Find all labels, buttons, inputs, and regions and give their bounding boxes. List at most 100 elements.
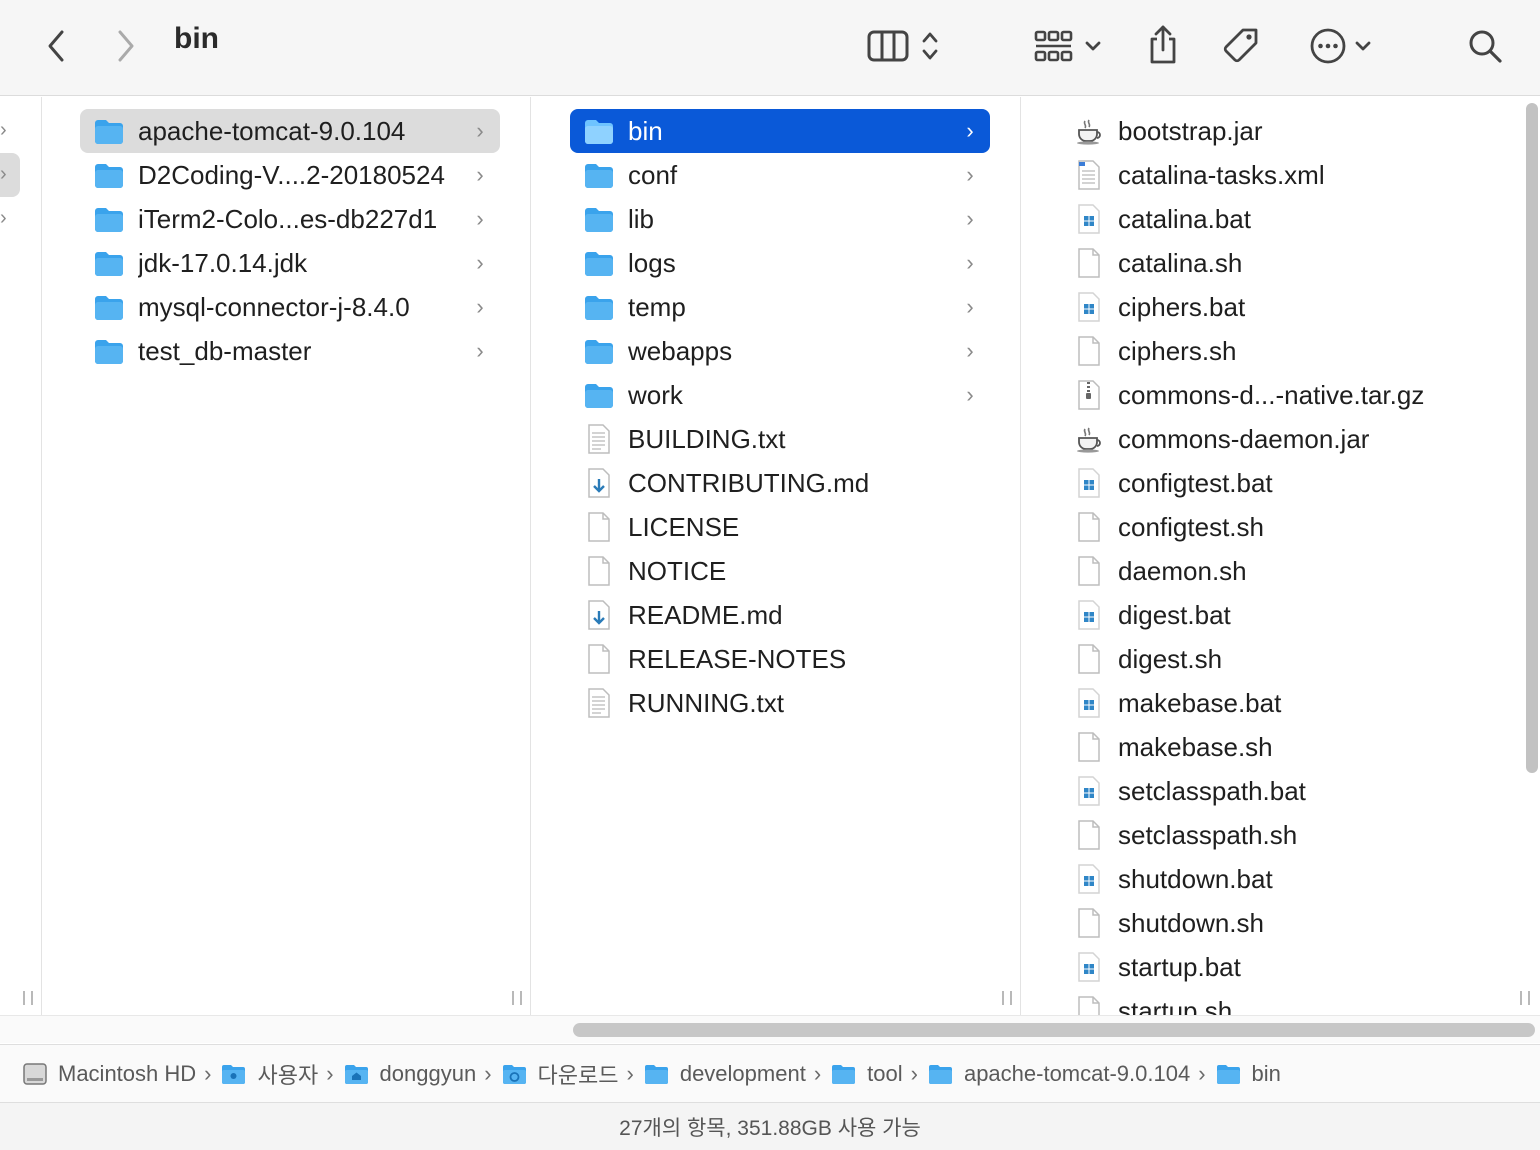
file-row[interactable]: catalina.sh [1060, 241, 1480, 285]
folder-row[interactable]: mysql-connector-j-8.4.0 › [80, 285, 500, 329]
file-row[interactable]: daemon.sh [1060, 549, 1480, 593]
breadcrumb-item[interactable]: 사용자 › [221, 1058, 343, 1090]
file-row[interactable]: LICENSE [570, 505, 990, 549]
breadcrumb-separator-icon: › [910, 1060, 918, 1086]
file-row[interactable]: configtest.sh [1060, 505, 1480, 549]
breadcrumb-item[interactable]: donggyun › [344, 1061, 502, 1087]
folder-row[interactable]: conf › [570, 153, 990, 197]
file-row[interactable]: ciphers.sh [1060, 329, 1480, 373]
file-row[interactable]: ciphers.bat [1060, 285, 1480, 329]
file-row[interactable]: catalina.bat [1060, 197, 1480, 241]
file-row[interactable]: makebase.sh [1060, 725, 1480, 769]
folder-row[interactable]: bin › [570, 109, 990, 153]
breadcrumb-item[interactable]: 다운로드 › [502, 1058, 644, 1090]
folder-row[interactable]: D2Coding-V....2-20180524 › [80, 153, 500, 197]
search-icon [1469, 30, 1502, 63]
breadcrumb-separator-icon: › [484, 1060, 492, 1086]
previous-column-stub[interactable]: › › › [0, 97, 42, 1015]
folder-row[interactable]: temp › [570, 285, 990, 329]
folder-row[interactable]: work › [570, 373, 990, 417]
file-row[interactable]: commons-daemon.jar [1060, 417, 1480, 461]
breadcrumb-separator-icon: › [626, 1060, 634, 1086]
vertical-scrollbar[interactable] [1526, 103, 1538, 773]
document-icon [1072, 994, 1106, 1015]
batch-file-icon [1072, 290, 1106, 324]
status-text: 27개의 항목, 351.88GB 사용 가능 [619, 1116, 921, 1140]
breadcrumb-item[interactable]: Macintosh HD › [22, 1061, 221, 1087]
more-actions-button[interactable] [1304, 22, 1378, 70]
tag-button[interactable] [1218, 22, 1264, 70]
chevron-right-icon: › [966, 162, 974, 187]
grid-group-icon [1034, 30, 1073, 62]
breadcrumb-item[interactable]: development › [644, 1061, 831, 1087]
view-mode-button[interactable] [858, 22, 948, 70]
file-row[interactable]: commons-d...-native.tar.gz [1060, 373, 1480, 417]
column-view-icon [867, 30, 909, 62]
folder-row[interactable]: logs › [570, 241, 990, 285]
folder-icon [92, 334, 126, 368]
column-resize-handle[interactable] [1002, 991, 1012, 1005]
breadcrumb-label: 다운로드 [537, 1062, 619, 1088]
item-name: shutdown.sh [1118, 907, 1264, 938]
breadcrumb-item[interactable]: tool › [831, 1061, 928, 1087]
batch-file-icon [1072, 466, 1106, 500]
file-row[interactable]: digest.bat [1060, 593, 1480, 637]
item-name: makebase.sh [1118, 731, 1273, 762]
item-name: LICENSE [628, 511, 740, 542]
file-row[interactable]: CONTRIBUTING.md [570, 461, 990, 505]
batch-file-icon [1072, 202, 1106, 236]
folder-icon [1216, 1062, 1242, 1086]
file-row[interactable]: NOTICE [570, 549, 990, 593]
file-row[interactable]: startup.sh [1060, 989, 1480, 1015]
file-row[interactable]: startup.bat [1060, 945, 1480, 989]
chevron-right-icon: › [0, 119, 7, 141]
breadcrumb-label: tool [867, 1060, 903, 1086]
item-name: iTerm2-Colo...es-db227d1 [138, 203, 438, 234]
folder-row[interactable]: apache-tomcat-9.0.104 › [80, 109, 500, 153]
column-resize-handle[interactable] [1520, 991, 1530, 1005]
folder-row[interactable]: iTerm2-Colo...es-db227d1 › [80, 197, 500, 241]
file-row[interactable]: makebase.bat [1060, 681, 1480, 725]
file-row[interactable]: catalina-tasks.xml [1060, 153, 1480, 197]
item-name: webapps [628, 335, 733, 366]
folder-row[interactable]: webapps › [570, 329, 990, 373]
column-resize-handle[interactable] [512, 991, 522, 1005]
file-row[interactable]: setclasspath.bat [1060, 769, 1480, 813]
breadcrumb-item[interactable]: bin [1216, 1061, 1281, 1087]
document-icon [1072, 818, 1106, 852]
column-3: bootstrap.jar catalina-tasks.xml catalina.… [1050, 97, 1540, 1015]
file-row[interactable]: setclasspath.sh [1060, 813, 1480, 857]
folder-row[interactable]: lib › [570, 197, 990, 241]
share-button[interactable] [1142, 20, 1184, 70]
file-row[interactable]: BUILDING.txt [570, 417, 990, 461]
folder-icon [92, 246, 126, 280]
tag-icon [1223, 28, 1258, 63]
search-button[interactable] [1464, 24, 1506, 68]
file-row[interactable]: configtest.bat [1060, 461, 1480, 505]
group-button[interactable] [1028, 22, 1108, 70]
file-row[interactable]: RUNNING.txt [570, 681, 990, 725]
file-row[interactable]: shutdown.bat [1060, 857, 1480, 901]
folder-row[interactable]: test_db-master › [80, 329, 500, 373]
column-2: bin › conf › lib › logs › temp › webapps › work › BUIL… [560, 97, 1021, 1015]
item-name: startup.bat [1118, 951, 1241, 982]
item-name: configtest.sh [1118, 511, 1264, 542]
file-row[interactable]: shutdown.sh [1060, 901, 1480, 945]
forward-button[interactable] [106, 24, 146, 68]
chevron-right-icon: › [966, 382, 974, 407]
users-folder-icon [221, 1062, 247, 1086]
back-button[interactable] [36, 24, 76, 68]
file-row[interactable]: README.md [570, 593, 990, 637]
item-name: lib [628, 203, 655, 234]
file-row[interactable]: bootstrap.jar [1060, 109, 1480, 153]
java-jar-icon [1072, 114, 1106, 148]
horizontal-scrollbar[interactable] [573, 1023, 1535, 1037]
item-name: catalina-tasks.xml [1118, 159, 1325, 190]
item-name: bin [628, 115, 663, 146]
chevron-right-icon: › [476, 206, 484, 231]
file-row[interactable]: RELEASE-NOTES [570, 637, 990, 681]
folder-row[interactable]: jdk-17.0.14.jdk › [80, 241, 500, 285]
column-resize-handle[interactable] [23, 991, 33, 1005]
file-row[interactable]: digest.sh [1060, 637, 1480, 681]
breadcrumb-item[interactable]: apache-tomcat-9.0.104 › [928, 1061, 1216, 1087]
